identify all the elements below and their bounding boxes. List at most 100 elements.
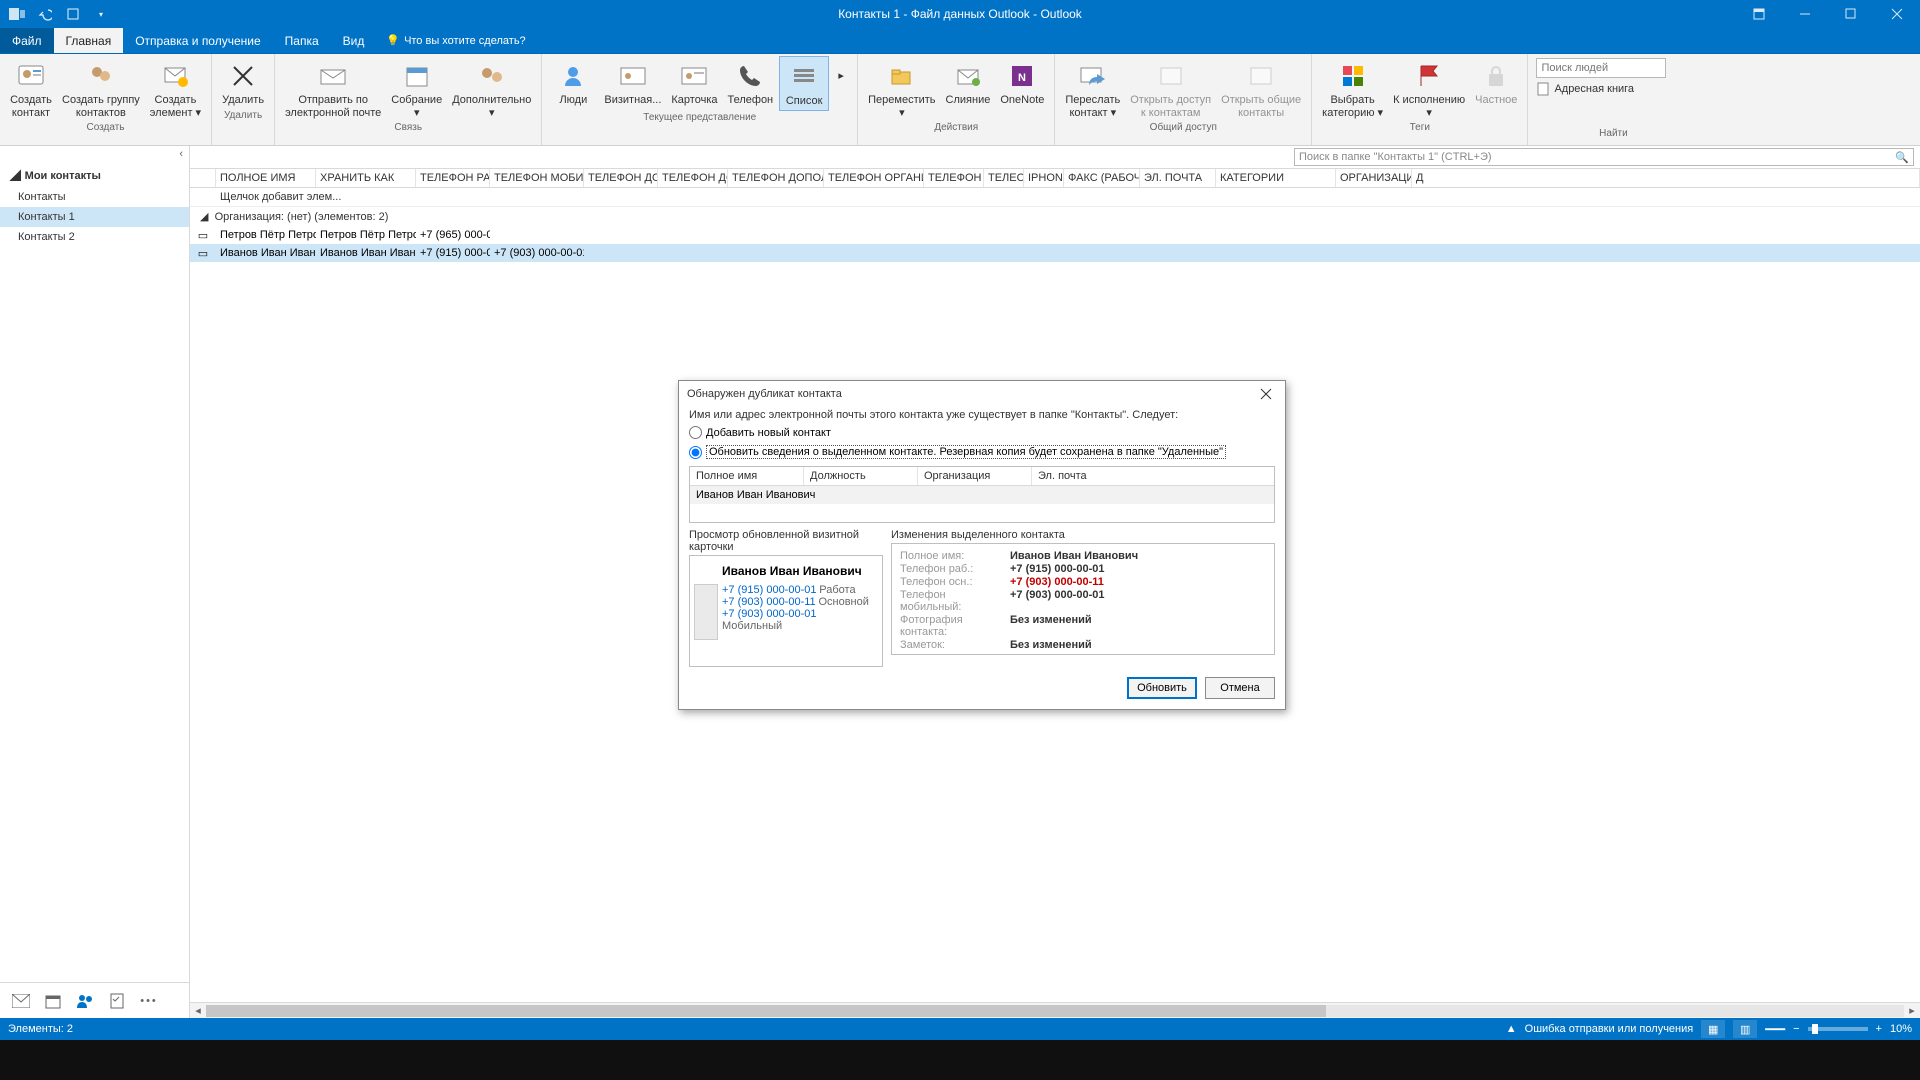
categorize-button[interactable]: Выбрать категорию ▾ [1318, 56, 1387, 121]
nav-people-icon[interactable] [76, 992, 94, 1010]
nav-mail-icon[interactable] [12, 992, 30, 1010]
email-contact-button[interactable]: Отправить по электронной почте [281, 56, 385, 121]
dup-row[interactable]: Иванов Иван Иванович [690, 486, 1274, 504]
col-phone-x4[interactable]: ТЕЛЕО... [984, 169, 1024, 187]
col-fullname[interactable]: ПОЛНОЕ ИМЯ [216, 169, 316, 187]
view-reading-icon[interactable]: ▥ [1733, 1020, 1757, 1038]
group-header[interactable]: ◢ Организация: (нет) (элементов: 2) [190, 207, 1920, 226]
cancel-button[interactable]: Отмена [1205, 677, 1275, 699]
move-button[interactable]: Переместить ▾ [864, 56, 939, 121]
mail-merge-button[interactable]: Слияние [942, 56, 995, 121]
update-button[interactable]: Обновить [1127, 677, 1197, 699]
new-contact-button[interactable]: Создать контакт [6, 56, 56, 121]
col-phone-x2[interactable]: ТЕЛЕФОН ДОПОЛН. [728, 169, 824, 187]
zoom-slider[interactable] [1808, 1027, 1868, 1031]
qat-outlook-icon[interactable] [6, 3, 28, 25]
col-fileas[interactable]: ХРАНИТЬ КАК [316, 169, 416, 187]
view-people-button[interactable]: Люди [548, 56, 598, 111]
dup-col-org[interactable]: Организация [918, 467, 1032, 485]
search-people-input[interactable]: Поиск людей [1536, 58, 1666, 78]
new-contact-group-button[interactable]: Создать группу контактов [58, 56, 144, 121]
col-phone-work[interactable]: ТЕЛЕФОН РАБ. [416, 169, 490, 187]
scroll-right-icon[interactable]: ▸ [1904, 1004, 1920, 1017]
nav-item-contacts-2[interactable]: Контакты 2 [0, 227, 189, 247]
delete-button[interactable]: Удалить [218, 56, 268, 109]
tab-home[interactable]: Главная [54, 28, 124, 53]
dup-col-email[interactable]: Эл. почта [1032, 467, 1274, 485]
share-contacts-button[interactable]: Открыть доступ к контактам [1126, 56, 1215, 121]
col-icon[interactable] [190, 169, 216, 187]
tab-file[interactable]: Файл [0, 28, 54, 53]
col-phone-mobile[interactable]: ТЕЛЕФОН МОБИЛЬН... [490, 169, 584, 187]
open-shared-contacts-button[interactable]: Открыть общие контакты [1217, 56, 1305, 121]
follow-up-button[interactable]: К исполнению ▾ [1389, 56, 1469, 121]
onenote-button[interactable]: NOneNote [996, 56, 1048, 121]
scroll-thumb[interactable] [206, 1005, 1326, 1017]
nav-item-contacts-1[interactable]: Контакты 1 [0, 207, 189, 227]
col-phone-org[interactable]: ТЕЛЕФОН ОРГАНИЗАЦ... [824, 169, 924, 187]
view-card-button[interactable]: Карточка [667, 56, 721, 111]
ribbon-options-icon[interactable] [1736, 0, 1782, 28]
col-org[interactable]: ОРГАНИЗАЦИЯ [1336, 169, 1412, 187]
col-email[interactable]: ЭЛ. ПОЧТА [1140, 169, 1216, 187]
dup-col-name[interactable]: Полное имя [690, 467, 804, 485]
private-button[interactable]: Частное [1471, 56, 1521, 121]
zoom-out-button[interactable]: − [1793, 1023, 1799, 1035]
nav-more-icon[interactable]: ••• [140, 992, 158, 1010]
radio-add-new[interactable]: Добавить новый контакт [689, 423, 1275, 442]
group-comm-label: Связь [281, 121, 535, 135]
col-iphone[interactable]: IPHONE [1024, 169, 1064, 187]
nav-collapse-button[interactable]: ‹ [0, 146, 189, 162]
maximize-button[interactable] [1828, 0, 1874, 28]
col-phone-x1[interactable]: ТЕЛЕФОН ДО... [658, 169, 728, 187]
nav-tasks-icon[interactable] [108, 992, 126, 1010]
tab-send-receive[interactable]: Отправка и получение [123, 28, 272, 53]
contact-row[interactable]: ▭ Иванов Иван Иванович Иванов Иван Ивано… [190, 244, 1920, 262]
click-to-add-row[interactable]: Щелчок добавит элем... [190, 188, 1920, 207]
ribbon: Создать контакт Создать группу контактов… [0, 54, 1920, 146]
view-gallery-more-button[interactable]: ▸ [831, 56, 851, 111]
contact-row[interactable]: ▭ Петров Пётр Петрович Петров Пётр Петро… [190, 226, 1920, 244]
qat-undo-icon[interactable] [34, 3, 56, 25]
view-normal-icon[interactable]: ▦ [1701, 1020, 1725, 1038]
dup-col-job[interactable]: Должность [804, 467, 918, 485]
forward-contact-button[interactable]: Переслать контакт ▾ [1061, 56, 1124, 121]
tab-folder[interactable]: Папка [273, 28, 331, 53]
horizontal-scrollbar[interactable]: ◂ ▸ [190, 1002, 1920, 1018]
dialog-close-button[interactable] [1255, 383, 1277, 405]
address-book-button[interactable]: Адресная книга [1536, 82, 1690, 96]
radio-update-existing[interactable]: Обновить сведения о выделенном контакте.… [689, 442, 1275, 462]
group-view-label: Текущее представление [548, 111, 851, 125]
windows-taskbar[interactable] [0, 1040, 1920, 1080]
col-overflow[interactable]: Д [1412, 169, 1920, 187]
zoom-in-button[interactable]: + [1876, 1023, 1882, 1035]
nav-calendar-icon[interactable] [44, 992, 62, 1010]
zoom-level[interactable]: 10% [1890, 1023, 1912, 1035]
qat-dropdown-icon[interactable]: ▾ [90, 3, 112, 25]
preview-card-label: Просмотр обновленной визитной карточки [689, 529, 883, 555]
col-categories[interactable]: КАТЕГОРИИ [1216, 169, 1336, 187]
view-phone-button[interactable]: Телефон [724, 56, 778, 111]
status-error[interactable]: Ошибка отправки или получения [1525, 1023, 1694, 1035]
column-headers: ПОЛНОЕ ИМЯ ХРАНИТЬ КАК ТЕЛЕФОН РАБ. ТЕЛЕ… [190, 168, 1920, 188]
svg-text:N: N [1018, 72, 1026, 84]
more-comm-button[interactable]: Дополнительно ▾ [448, 56, 535, 121]
nav-item-contacts[interactable]: Контакты [0, 187, 189, 207]
avatar-icon [694, 584, 718, 640]
scroll-left-icon[interactable]: ◂ [190, 1004, 206, 1017]
col-phone-home[interactable]: ТЕЛЕФОН ДОМ. [584, 169, 658, 187]
qat-touch-icon[interactable] [62, 3, 84, 25]
new-items-button[interactable]: Создать элемент ▾ [146, 56, 205, 121]
minimize-button[interactable] [1782, 0, 1828, 28]
col-phone-x3[interactable]: ТЕЛЕФОН О... [924, 169, 984, 187]
view-businesscard-button[interactable]: Визитная... [600, 56, 665, 111]
tell-me[interactable]: 💡Что вы хотите сделать? [376, 28, 535, 53]
dialog-message: Имя или адрес электронной почты этого ко… [689, 407, 1275, 423]
tab-view[interactable]: Вид [331, 28, 377, 53]
nav-header-my-contacts[interactable]: ◢ Мои контакты [0, 162, 189, 187]
view-list-button[interactable]: Список [779, 56, 829, 111]
folder-search-input[interactable]: Поиск в папке "Контакты 1" (CTRL+Э)🔍 [1294, 148, 1914, 166]
col-fax[interactable]: ФАКС (РАБОЧИЙ) [1064, 169, 1140, 187]
meeting-button[interactable]: Собрание ▾ [387, 56, 446, 121]
close-button[interactable] [1874, 0, 1920, 28]
